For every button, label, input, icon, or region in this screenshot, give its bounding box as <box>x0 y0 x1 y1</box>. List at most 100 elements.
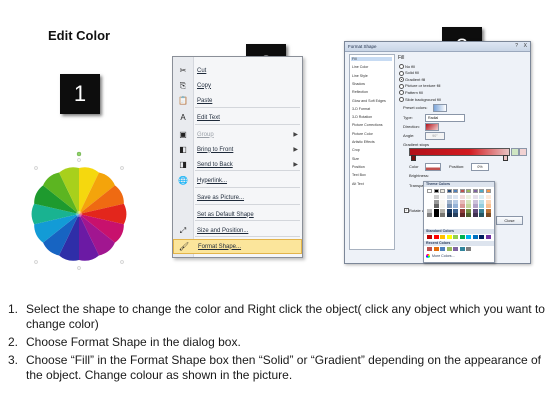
theme-color-shade[interactable] <box>440 195 445 199</box>
add-stop-icon[interactable] <box>511 148 519 156</box>
category-position[interactable]: Position <box>352 165 365 169</box>
close-icon[interactable]: X <box>524 43 527 49</box>
category-line-style[interactable]: Line Style <box>352 74 368 78</box>
theme-color-shade[interactable] <box>427 208 432 213</box>
menu-item-paste[interactable]: 📋 Paste <box>173 93 302 108</box>
selection-handle[interactable] <box>77 158 81 162</box>
category-size[interactable]: Size <box>352 157 359 161</box>
category-3-d-format[interactable]: 3-D Format <box>352 107 370 111</box>
gradient-stop-handle[interactable] <box>503 155 508 161</box>
theme-color-shade[interactable] <box>479 199 484 204</box>
theme-color-shade[interactable] <box>485 195 491 199</box>
fill-radio[interactable] <box>399 97 404 102</box>
category-reflection[interactable]: Reflection <box>352 90 368 94</box>
theme-color-shade[interactable] <box>427 204 432 208</box>
recent-color-swatch[interactable] <box>433 247 439 251</box>
category-crop[interactable]: Crop <box>352 148 360 152</box>
standard-color-swatch[interactable] <box>479 235 484 239</box>
theme-color-shade[interactable] <box>466 208 471 213</box>
theme-color-shade[interactable] <box>446 199 452 204</box>
theme-color-shade[interactable] <box>466 204 471 208</box>
category-shadow[interactable]: Shadow <box>352 82 365 86</box>
theme-color-shade[interactable] <box>446 208 452 213</box>
standard-color-swatch[interactable] <box>446 235 452 239</box>
category-picture-corrections[interactable]: Picture Corrections <box>352 123 383 127</box>
theme-color-shade[interactable] <box>459 204 465 208</box>
theme-color-shade[interactable] <box>479 208 484 213</box>
menu-item-cut[interactable]: ✂ Cut <box>173 63 302 78</box>
standard-color-swatch[interactable] <box>433 235 439 239</box>
theme-color-shade[interactable] <box>472 208 478 213</box>
menu-item-hyperlink[interactable]: 🌐 Hyperlink... <box>173 173 302 188</box>
rotation-handle[interactable] <box>76 151 82 157</box>
theme-color-shade[interactable] <box>453 204 458 208</box>
recent-color-swatch[interactable] <box>440 247 445 251</box>
more-colors-option[interactable]: More Colors... <box>426 253 492 259</box>
fill-radio[interactable] <box>399 70 404 76</box>
menu-item-copy[interactable]: ⎘ Copy <box>173 78 302 93</box>
theme-color-swatch[interactable] <box>446 189 452 193</box>
angle-input[interactable]: 90° <box>425 132 445 140</box>
category-3-d-rotation[interactable]: 3-D Rotation <box>352 115 372 119</box>
theme-color-shade[interactable] <box>433 204 439 208</box>
theme-color-shade[interactable] <box>472 195 478 199</box>
theme-color-shade[interactable] <box>479 195 484 199</box>
fill-radio[interactable] <box>399 83 404 89</box>
menu-item-edit-text[interactable]: A Edit Text <box>173 110 302 125</box>
recent-color-swatch[interactable] <box>466 247 471 251</box>
theme-color-shade[interactable] <box>433 208 439 213</box>
standard-color-swatch[interactable] <box>466 235 471 239</box>
theme-color-swatch[interactable] <box>433 189 439 193</box>
direction-dropdown[interactable] <box>425 123 439 131</box>
theme-color-shade[interactable] <box>427 195 432 199</box>
theme-color-swatch[interactable] <box>466 189 471 193</box>
theme-color-shade[interactable] <box>440 213 445 217</box>
theme-color-shade[interactable] <box>466 213 471 217</box>
standard-color-swatch[interactable] <box>472 235 478 239</box>
theme-color-shade[interactable] <box>433 195 439 199</box>
help-icon[interactable]: ? <box>515 43 518 49</box>
selection-handle[interactable] <box>34 260 38 264</box>
theme-color-shade[interactable] <box>459 199 465 204</box>
recent-color-swatch[interactable] <box>427 247 432 251</box>
category-text-box[interactable]: Text Box <box>352 173 366 177</box>
theme-color-swatch[interactable] <box>427 189 432 193</box>
selection-handle[interactable] <box>34 166 38 170</box>
theme-color-shade[interactable] <box>472 204 478 208</box>
theme-color-shade[interactable] <box>427 213 432 217</box>
theme-color-swatch[interactable] <box>485 189 491 193</box>
theme-color-shade[interactable] <box>485 208 491 213</box>
category-line-color[interactable]: Line Color <box>352 65 368 69</box>
fill-radio[interactable] <box>399 77 404 83</box>
menu-item-size-and-position[interactable]: ⤢ Size and Position... <box>173 223 302 238</box>
gradient-stop-handle[interactable] <box>411 155 416 161</box>
theme-color-swatch[interactable] <box>440 189 445 193</box>
theme-color-shade[interactable] <box>433 199 439 204</box>
theme-color-shade[interactable] <box>485 213 491 217</box>
theme-color-shade[interactable] <box>479 213 484 217</box>
category-fill[interactable]: Fill <box>351 57 392 61</box>
color-picker-button[interactable] <box>425 163 441 171</box>
theme-color-shade[interactable] <box>446 204 452 208</box>
selection-handle[interactable] <box>120 260 124 264</box>
recent-color-swatch[interactable] <box>453 247 458 251</box>
selection-handle[interactable] <box>77 266 81 270</box>
menu-item-group[interactable]: ▣ Group ▶ <box>173 127 302 142</box>
category-alt-text[interactable]: Alt Text <box>352 182 364 186</box>
theme-color-shade[interactable] <box>466 199 471 204</box>
menu-item-bring-to-front[interactable]: ◧ Bring to Front ▶ <box>173 142 302 157</box>
theme-color-shade[interactable] <box>485 204 491 208</box>
menu-item-format-shape[interactable]: 🖌 Format Shape... <box>173 239 302 254</box>
theme-color-swatch[interactable] <box>472 189 478 193</box>
theme-color-shade[interactable] <box>459 195 465 199</box>
position-input[interactable]: 0% <box>471 163 489 171</box>
selection-handle[interactable] <box>120 166 124 170</box>
type-select[interactable]: Radial <box>425 114 465 122</box>
theme-color-shade[interactable] <box>479 204 484 208</box>
theme-color-shade[interactable] <box>459 213 465 217</box>
standard-color-swatch[interactable] <box>427 235 432 239</box>
theme-color-shade[interactable] <box>446 213 452 217</box>
close-button[interactable]: Close <box>496 216 523 225</box>
theme-color-shade[interactable] <box>472 213 478 217</box>
preset-colors-dropdown[interactable] <box>433 104 447 112</box>
